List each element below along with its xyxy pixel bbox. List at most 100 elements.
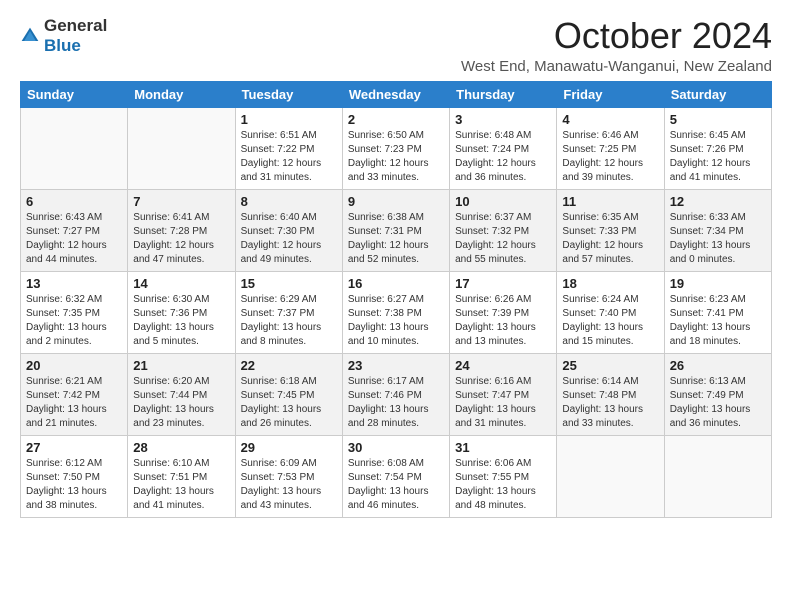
day-number: 24 (455, 358, 551, 373)
week-row-1: 1 Sunrise: 6:51 AMSunset: 7:22 PMDayligh… (21, 107, 772, 189)
cell-info: Sunrise: 6:30 AMSunset: 7:36 PMDaylight:… (133, 294, 214, 347)
cell-info: Sunrise: 6:12 AMSunset: 7:50 PMDaylight:… (26, 458, 107, 511)
calendar-cell: 12 Sunrise: 6:33 AMSunset: 7:34 PMDaylig… (664, 189, 771, 271)
week-row-4: 20 Sunrise: 6:21 AMSunset: 7:42 PMDaylig… (21, 353, 772, 435)
day-number: 22 (241, 358, 337, 373)
day-number: 2 (348, 112, 444, 127)
calendar-cell: 19 Sunrise: 6:23 AMSunset: 7:41 PMDaylig… (664, 271, 771, 353)
week-row-5: 27 Sunrise: 6:12 AMSunset: 7:50 PMDaylig… (21, 435, 772, 517)
logo-text: General Blue (44, 16, 107, 56)
day-number: 4 (562, 112, 658, 127)
day-number: 1 (241, 112, 337, 127)
day-number: 23 (348, 358, 444, 373)
week-row-3: 13 Sunrise: 6:32 AMSunset: 7:35 PMDaylig… (21, 271, 772, 353)
calendar-cell: 2 Sunrise: 6:50 AMSunset: 7:23 PMDayligh… (342, 107, 449, 189)
header: General Blue October 2024 West End, Mana… (20, 16, 772, 75)
cell-info: Sunrise: 6:24 AMSunset: 7:40 PMDaylight:… (562, 294, 643, 347)
calendar-cell (557, 435, 664, 517)
week-row-2: 6 Sunrise: 6:43 AMSunset: 7:27 PMDayligh… (21, 189, 772, 271)
calendar-cell: 11 Sunrise: 6:35 AMSunset: 7:33 PMDaylig… (557, 189, 664, 271)
calendar-cell: 3 Sunrise: 6:48 AMSunset: 7:24 PMDayligh… (450, 107, 557, 189)
calendar-cell: 29 Sunrise: 6:09 AMSunset: 7:53 PMDaylig… (235, 435, 342, 517)
day-number: 6 (26, 194, 122, 209)
day-number: 13 (26, 276, 122, 291)
day-number: 26 (670, 358, 766, 373)
cell-info: Sunrise: 6:51 AMSunset: 7:22 PMDaylight:… (241, 130, 322, 183)
cell-info: Sunrise: 6:29 AMSunset: 7:37 PMDaylight:… (241, 294, 322, 347)
cell-info: Sunrise: 6:18 AMSunset: 7:45 PMDaylight:… (241, 376, 322, 429)
cell-info: Sunrise: 6:08 AMSunset: 7:54 PMDaylight:… (348, 458, 429, 511)
day-number: 21 (133, 358, 229, 373)
day-number: 16 (348, 276, 444, 291)
cell-info: Sunrise: 6:41 AMSunset: 7:28 PMDaylight:… (133, 212, 214, 265)
calendar-cell: 9 Sunrise: 6:38 AMSunset: 7:31 PMDayligh… (342, 189, 449, 271)
calendar-cell: 8 Sunrise: 6:40 AMSunset: 7:30 PMDayligh… (235, 189, 342, 271)
column-header-sunday: Sunday (21, 81, 128, 107)
column-header-saturday: Saturday (664, 81, 771, 107)
day-number: 7 (133, 194, 229, 209)
cell-info: Sunrise: 6:21 AMSunset: 7:42 PMDaylight:… (26, 376, 107, 429)
logo-icon (20, 26, 40, 46)
day-number: 11 (562, 194, 658, 209)
column-header-tuesday: Tuesday (235, 81, 342, 107)
calendar-cell: 20 Sunrise: 6:21 AMSunset: 7:42 PMDaylig… (21, 353, 128, 435)
cell-info: Sunrise: 6:45 AMSunset: 7:26 PMDaylight:… (670, 130, 751, 183)
calendar-cell: 18 Sunrise: 6:24 AMSunset: 7:40 PMDaylig… (557, 271, 664, 353)
logo-general: General (44, 16, 107, 35)
cell-info: Sunrise: 6:13 AMSunset: 7:49 PMDaylight:… (670, 376, 751, 429)
cell-info: Sunrise: 6:23 AMSunset: 7:41 PMDaylight:… (670, 294, 751, 347)
calendar-cell: 25 Sunrise: 6:14 AMSunset: 7:48 PMDaylig… (557, 353, 664, 435)
calendar-cell: 14 Sunrise: 6:30 AMSunset: 7:36 PMDaylig… (128, 271, 235, 353)
calendar-cell: 21 Sunrise: 6:20 AMSunset: 7:44 PMDaylig… (128, 353, 235, 435)
cell-info: Sunrise: 6:16 AMSunset: 7:47 PMDaylight:… (455, 376, 536, 429)
cell-info: Sunrise: 6:40 AMSunset: 7:30 PMDaylight:… (241, 212, 322, 265)
day-number: 31 (455, 440, 551, 455)
day-number: 25 (562, 358, 658, 373)
calendar-cell (128, 107, 235, 189)
day-number: 20 (26, 358, 122, 373)
cell-info: Sunrise: 6:26 AMSunset: 7:39 PMDaylight:… (455, 294, 536, 347)
day-number: 28 (133, 440, 229, 455)
cell-info: Sunrise: 6:43 AMSunset: 7:27 PMDaylight:… (26, 212, 107, 265)
calendar-cell: 31 Sunrise: 6:06 AMSunset: 7:55 PMDaylig… (450, 435, 557, 517)
cell-info: Sunrise: 6:50 AMSunset: 7:23 PMDaylight:… (348, 130, 429, 183)
cell-info: Sunrise: 6:48 AMSunset: 7:24 PMDaylight:… (455, 130, 536, 183)
cell-info: Sunrise: 6:32 AMSunset: 7:35 PMDaylight:… (26, 294, 107, 347)
logo: General Blue (20, 16, 107, 56)
calendar-cell: 28 Sunrise: 6:10 AMSunset: 7:51 PMDaylig… (128, 435, 235, 517)
calendar-cell: 27 Sunrise: 6:12 AMSunset: 7:50 PMDaylig… (21, 435, 128, 517)
cell-info: Sunrise: 6:17 AMSunset: 7:46 PMDaylight:… (348, 376, 429, 429)
page: General Blue October 2024 West End, Mana… (0, 0, 792, 612)
cell-info: Sunrise: 6:35 AMSunset: 7:33 PMDaylight:… (562, 212, 643, 265)
column-header-wednesday: Wednesday (342, 81, 449, 107)
calendar-cell: 4 Sunrise: 6:46 AMSunset: 7:25 PMDayligh… (557, 107, 664, 189)
day-number: 5 (670, 112, 766, 127)
calendar-cell: 16 Sunrise: 6:27 AMSunset: 7:38 PMDaylig… (342, 271, 449, 353)
day-number: 18 (562, 276, 658, 291)
calendar-cell: 7 Sunrise: 6:41 AMSunset: 7:28 PMDayligh… (128, 189, 235, 271)
cell-info: Sunrise: 6:37 AMSunset: 7:32 PMDaylight:… (455, 212, 536, 265)
calendar-cell: 26 Sunrise: 6:13 AMSunset: 7:49 PMDaylig… (664, 353, 771, 435)
day-number: 17 (455, 276, 551, 291)
calendar-cell: 15 Sunrise: 6:29 AMSunset: 7:37 PMDaylig… (235, 271, 342, 353)
logo-blue: Blue (44, 36, 81, 55)
cell-info: Sunrise: 6:14 AMSunset: 7:48 PMDaylight:… (562, 376, 643, 429)
cell-info: Sunrise: 6:27 AMSunset: 7:38 PMDaylight:… (348, 294, 429, 347)
cell-info: Sunrise: 6:06 AMSunset: 7:55 PMDaylight:… (455, 458, 536, 511)
day-number: 29 (241, 440, 337, 455)
cell-info: Sunrise: 6:38 AMSunset: 7:31 PMDaylight:… (348, 212, 429, 265)
cell-info: Sunrise: 6:46 AMSunset: 7:25 PMDaylight:… (562, 130, 643, 183)
day-number: 10 (455, 194, 551, 209)
header-row: SundayMondayTuesdayWednesdayThursdayFrid… (21, 81, 772, 107)
day-number: 27 (26, 440, 122, 455)
day-number: 15 (241, 276, 337, 291)
calendar-cell: 13 Sunrise: 6:32 AMSunset: 7:35 PMDaylig… (21, 271, 128, 353)
day-number: 19 (670, 276, 766, 291)
calendar-cell: 30 Sunrise: 6:08 AMSunset: 7:54 PMDaylig… (342, 435, 449, 517)
calendar-table: SundayMondayTuesdayWednesdayThursdayFrid… (20, 81, 772, 518)
calendar-cell: 5 Sunrise: 6:45 AMSunset: 7:26 PMDayligh… (664, 107, 771, 189)
day-number: 30 (348, 440, 444, 455)
day-number: 3 (455, 112, 551, 127)
day-number: 12 (670, 194, 766, 209)
day-number: 14 (133, 276, 229, 291)
